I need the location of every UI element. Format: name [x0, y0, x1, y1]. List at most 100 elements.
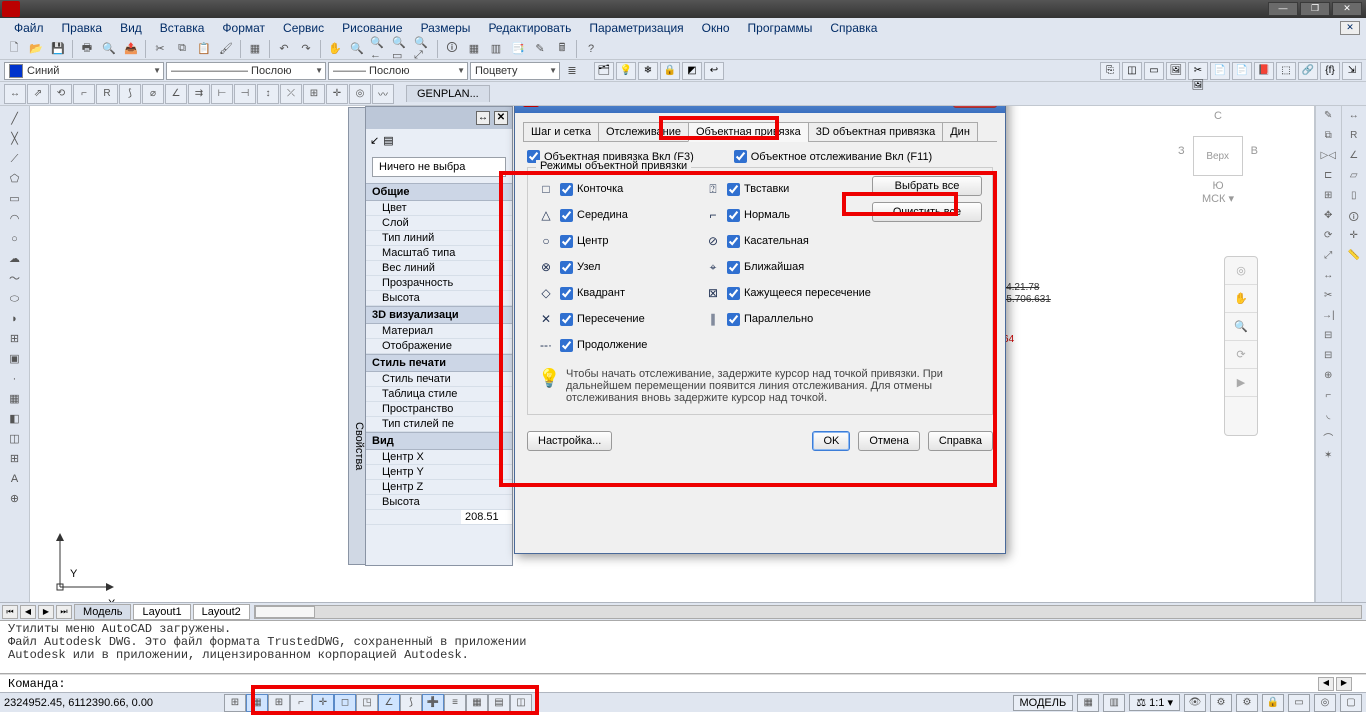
- copy-obj-icon[interactable]: ⧉: [1318, 130, 1338, 148]
- viewcube-west[interactable]: З: [1178, 145, 1185, 157]
- point-icon[interactable]: ·: [4, 370, 26, 388]
- nav-showmotion-icon[interactable]: ▶: [1225, 369, 1257, 397]
- ellipse-arc-icon[interactable]: ◗: [4, 310, 26, 328]
- clean-screen-icon[interactable]: ▢: [1340, 694, 1362, 712]
- snap-toggle[interactable]: ▦: [246, 694, 268, 712]
- model-tab[interactable]: Модель: [74, 604, 131, 620]
- osnap-mode-checkbox[interactable]: Нормаль: [727, 209, 790, 222]
- viewcube[interactable]: С З Верх В Ю МСК ▾: [1178, 110, 1258, 210]
- tab-first-icon[interactable]: ⏮: [2, 605, 18, 619]
- dialog-close-icon[interactable]: ✕: [953, 106, 997, 108]
- help-icon[interactable]: ?: [581, 40, 601, 58]
- palette-row[interactable]: Вес линий: [366, 261, 512, 276]
- mtext-icon[interactable]: A: [4, 470, 26, 488]
- palette-row[interactable]: Прозрачность: [366, 276, 512, 291]
- polar-toggle[interactable]: ✛: [312, 694, 334, 712]
- nav-zoom-icon[interactable]: 🔍: [1225, 313, 1257, 341]
- grid-toggle[interactable]: ⊞: [268, 694, 290, 712]
- distance-icon[interactable]: ↔: [1344, 110, 1364, 128]
- polyline-icon[interactable]: ⟋: [4, 150, 26, 168]
- palette-row[interactable]: Центр Y: [366, 465, 512, 480]
- 3dosnap-toggle[interactable]: ◳: [356, 694, 378, 712]
- id-icon[interactable]: ✛: [1344, 230, 1364, 248]
- palette-row[interactable]: Цвет: [366, 201, 512, 216]
- selection-combo[interactable]: Ничего не выбра: [372, 157, 506, 177]
- markup-icon[interactable]: ✎: [530, 40, 550, 58]
- blend-icon[interactable]: ⌒: [1318, 430, 1338, 448]
- toolpalette-icon[interactable]: ▥: [486, 40, 506, 58]
- anno-autoscale-icon[interactable]: ⚙: [1210, 694, 1232, 712]
- osnap-mode-checkbox[interactable]: Конточка: [560, 183, 623, 196]
- new-icon[interactable]: 🗋: [4, 40, 24, 58]
- aligned-dim-icon[interactable]: ⇗: [27, 84, 49, 104]
- menu-insert[interactable]: Вставка: [152, 19, 213, 37]
- osnap-mode-checkbox[interactable]: Квадрант: [560, 287, 625, 300]
- quick-dim-icon[interactable]: ⇉: [188, 84, 210, 104]
- palette-row[interactable]: Центр Z: [366, 480, 512, 495]
- field-icon[interactable]: {f}: [1320, 62, 1340, 80]
- angle-icon[interactable]: ∠: [1344, 150, 1364, 168]
- infer-constraints-toggle[interactable]: ⊞: [224, 694, 246, 712]
- palette-group-header[interactable]: Стиль печати: [366, 354, 512, 372]
- model-paper-button[interactable]: МОДЕЛЬ: [1013, 695, 1074, 711]
- spline-icon[interactable]: 〜: [4, 270, 26, 288]
- h-scrollbar[interactable]: [254, 605, 1362, 619]
- rotate-icon[interactable]: ⟳: [1318, 230, 1338, 248]
- tab-osnap[interactable]: Объектная привязка: [688, 122, 809, 142]
- radius-icon[interactable]: R: [1344, 130, 1364, 148]
- palette-group-header[interactable]: 3D визуализаци: [366, 306, 512, 324]
- palette-group-header[interactable]: Вид: [366, 432, 512, 450]
- options-button[interactable]: Настройка...: [527, 431, 612, 451]
- sheetset-icon[interactable]: 📑: [508, 40, 528, 58]
- jogged-dim-icon[interactable]: ⟆: [119, 84, 141, 104]
- layer-prev-icon[interactable]: ↩: [704, 62, 724, 80]
- linetype-combo[interactable]: ——————— Послою▼: [166, 62, 326, 80]
- hardware-accel-icon[interactable]: ▭: [1288, 694, 1310, 712]
- extend-icon[interactable]: →|: [1318, 310, 1338, 328]
- palette-row[interactable]: Тип стилей пе: [366, 417, 512, 432]
- nav-wheel-icon[interactable]: ◎: [1225, 257, 1257, 285]
- viewcube-wcs[interactable]: МСК ▾: [1178, 192, 1258, 205]
- publish-icon[interactable]: 📤: [121, 40, 141, 58]
- area-icon[interactable]: ▱: [1344, 170, 1364, 188]
- hyperlink-icon[interactable]: 🔗: [1298, 62, 1318, 80]
- property-value[interactable]: 208.51: [461, 510, 512, 524]
- lock-ui-icon[interactable]: 🔒: [1262, 694, 1284, 712]
- scale-icon[interactable]: ⤢: [1318, 250, 1338, 268]
- isolate-icon[interactable]: ◎: [1314, 694, 1336, 712]
- menu-file[interactable]: Файл: [6, 19, 52, 37]
- select-all-button[interactable]: Выбрать все: [872, 176, 982, 196]
- viewcube-south[interactable]: Ю: [1178, 180, 1258, 192]
- explode-icon[interactable]: ✶: [1318, 450, 1338, 468]
- palette-title[interactable]: Свойства: [348, 107, 366, 565]
- sc-toggle[interactable]: ◫: [510, 694, 532, 712]
- tab-polar[interactable]: Отслеживание: [598, 122, 689, 142]
- line-icon[interactable]: ╱: [4, 110, 26, 128]
- image-attach-icon[interactable]: 🖼: [1166, 62, 1186, 80]
- command-line[interactable]: Команда: ◀ ▶: [0, 674, 1366, 692]
- inspect-icon[interactable]: ◎: [349, 84, 371, 104]
- layer-color-icon[interactable]: ◩: [682, 62, 702, 80]
- osnap-mode-checkbox[interactable]: Середина: [560, 209, 628, 222]
- external-ref-icon[interactable]: ⇲: [1342, 62, 1362, 80]
- tab-dynamic[interactable]: Дин: [942, 122, 978, 142]
- circle-icon[interactable]: ○: [4, 230, 26, 248]
- xline-icon[interactable]: ╳: [4, 130, 26, 148]
- menu-parametric[interactable]: Параметризация: [581, 19, 691, 37]
- chamfer-icon[interactable]: ⌐: [1318, 390, 1338, 408]
- move-icon[interactable]: ✥: [1318, 210, 1338, 228]
- join-icon[interactable]: ⊕: [1318, 370, 1338, 388]
- palette-row[interactable]: Масштаб типа: [366, 246, 512, 261]
- palette-group-header[interactable]: Общие: [366, 183, 512, 201]
- list-info-icon[interactable]: 🛈: [1344, 210, 1364, 228]
- viewcube-north[interactable]: С: [1178, 110, 1258, 122]
- volume-icon[interactable]: ▯: [1344, 190, 1364, 208]
- revcloud-icon[interactable]: ☁: [4, 250, 26, 268]
- blockedit-icon[interactable]: ▦: [245, 40, 265, 58]
- paste-icon[interactable]: 📋: [194, 40, 214, 58]
- properties-icon[interactable]: 🛈: [442, 40, 462, 58]
- mdi-close[interactable]: ✕: [1340, 21, 1360, 35]
- polygon-icon[interactable]: ⬠: [4, 170, 26, 188]
- window-close[interactable]: ✕: [1332, 2, 1362, 16]
- quick-view-drawings-icon[interactable]: ▥: [1103, 694, 1125, 712]
